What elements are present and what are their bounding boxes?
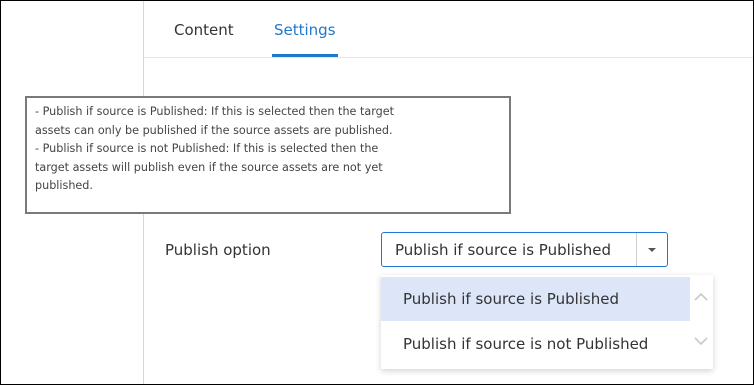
tooltip-line: published. bbox=[35, 179, 93, 193]
tooltip-line: - Publish if source is Published: If thi… bbox=[35, 105, 394, 118]
publish-option-tooltip: - Publish if source is Published: If thi… bbox=[25, 96, 511, 214]
tab-bar: Content Settings bbox=[144, 1, 753, 58]
tooltip-line: - Publish if source is not Published: If… bbox=[35, 142, 379, 156]
window-frame: Content Settings - Publish if source is … bbox=[0, 0, 754, 385]
chevron-down-icon[interactable] bbox=[693, 333, 709, 347]
publish-option-dropdown: Publish if source is Published Publish i… bbox=[381, 275, 713, 369]
tooltip-line: target assets will publish even if the s… bbox=[35, 160, 383, 174]
chevron-up-icon[interactable] bbox=[693, 289, 709, 303]
option-label: Publish if source is Published bbox=[403, 290, 619, 308]
publish-option-selected-value: Publish if source is Published bbox=[395, 241, 611, 259]
caret-down-icon[interactable] bbox=[636, 233, 667, 266]
option-label: Publish if source is not Published bbox=[403, 335, 649, 353]
tooltip-line: assets can only be published if the sour… bbox=[35, 123, 393, 137]
tab-settings[interactable]: Settings bbox=[272, 21, 338, 57]
tab-content[interactable]: Content bbox=[174, 21, 234, 57]
dropdown-option-published[interactable]: Publish if source is Published bbox=[381, 277, 690, 321]
publish-option-label: Publish option bbox=[165, 241, 271, 259]
publish-option-select[interactable]: Publish if source is Published bbox=[381, 232, 668, 267]
dropdown-option-not-published[interactable]: Publish if source is not Published bbox=[381, 322, 690, 366]
